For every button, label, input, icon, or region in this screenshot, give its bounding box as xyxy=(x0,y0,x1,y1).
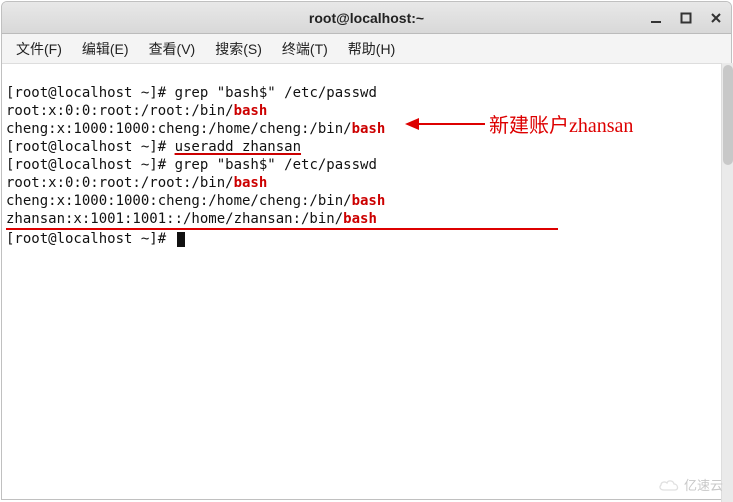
menu-view[interactable]: 查看(V) xyxy=(139,35,206,63)
output-root: root:x:0:0:root:/root:/bin/ xyxy=(6,175,234,191)
menu-file[interactable]: 文件(F) xyxy=(6,35,72,63)
match-bash: bash xyxy=(234,103,268,119)
terminal-window: root@localhost:~ 文件(F) 编辑(E) 查看(V) 搜索(S)… xyxy=(1,1,732,500)
menu-edit[interactable]: 编辑(E) xyxy=(72,35,139,63)
close-button[interactable] xyxy=(707,9,725,27)
output-cheng: cheng:x:1000:1000:cheng:/home/cheng:/bin… xyxy=(6,121,352,137)
terminal-area[interactable]: [root@localhost ~]# grep "bash$" /etc/pa… xyxy=(2,64,731,499)
watermark: 亿速云 xyxy=(658,475,723,494)
output-root: root:x:0:0:root:/root:/bin/ xyxy=(6,103,234,119)
window-controls xyxy=(647,2,725,34)
command-grep: grep "bash$" /etc/passwd xyxy=(175,157,377,173)
match-bash: bash xyxy=(352,121,386,137)
match-bash: bash xyxy=(352,193,386,209)
scrollbar-thumb[interactable] xyxy=(723,65,733,165)
command-grep: grep "bash$" /etc/passwd xyxy=(175,85,377,101)
prompt: [root@localhost ~]# xyxy=(6,157,175,173)
match-bash: bash xyxy=(234,175,268,191)
prompt: [root@localhost ~]# xyxy=(6,231,175,247)
scrollbar[interactable] xyxy=(721,63,733,502)
terminal-cursor xyxy=(177,232,185,247)
maximize-button[interactable] xyxy=(677,9,695,27)
menubar: 文件(F) 编辑(E) 查看(V) 搜索(S) 终端(T) 帮助(H) xyxy=(2,34,731,64)
watermark-text: 亿速云 xyxy=(684,475,723,494)
prompt: [root@localhost ~]# xyxy=(6,85,175,101)
output-zhansan: zhansan:x:1001:1001::/home/zhansan:/bin/ xyxy=(6,211,343,227)
prompt: [root@localhost ~]# xyxy=(6,139,175,155)
minimize-button[interactable] xyxy=(647,9,665,27)
menu-help[interactable]: 帮助(H) xyxy=(338,35,405,63)
output-cheng: cheng:x:1000:1000:cheng:/home/cheng:/bin… xyxy=(6,193,352,209)
menu-search[interactable]: 搜索(S) xyxy=(205,35,272,63)
titlebar: root@localhost:~ xyxy=(2,2,731,34)
command-useradd: useradd zhansan xyxy=(175,139,301,155)
match-bash: bash xyxy=(343,211,377,227)
cloud-icon xyxy=(658,478,680,492)
window-title: root@localhost:~ xyxy=(309,10,424,26)
menu-terminal[interactable]: 终端(T) xyxy=(272,35,338,63)
